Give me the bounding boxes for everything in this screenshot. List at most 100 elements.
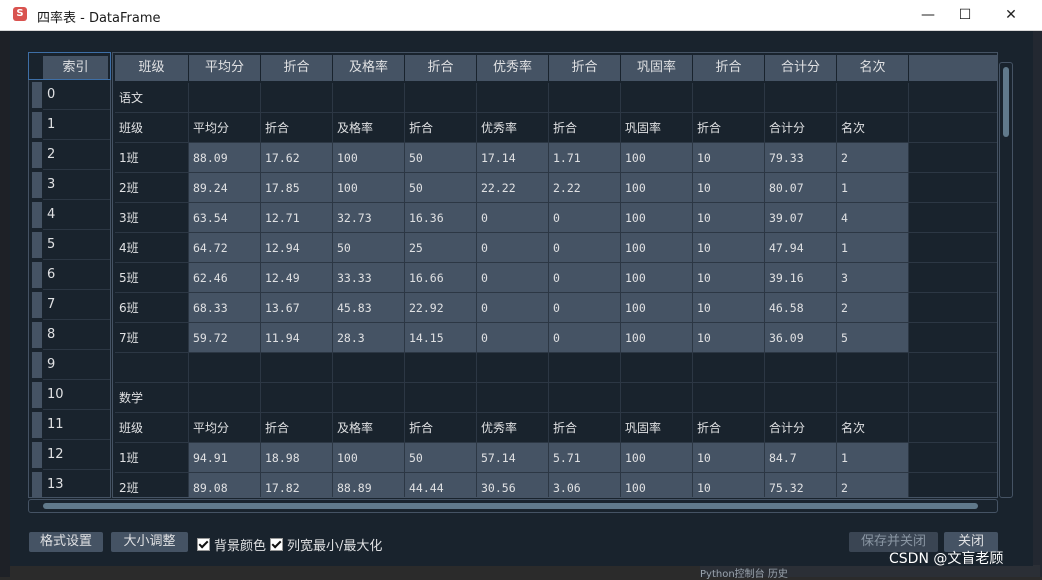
table-cell[interactable]: 1: [837, 173, 909, 203]
index-row[interactable]: 0: [29, 80, 110, 110]
table-cell[interactable]: 5: [837, 323, 909, 353]
checkbox-checked-icon[interactable]: [270, 538, 283, 551]
table-cell[interactable]: 17.14: [477, 143, 549, 173]
table-body[interactable]: 语文 班级 平均分 折合 及格率 折合 优秀率 折合 巩固率 折合 合计分 名次 1班 88.09 17.6…: [115, 83, 997, 497]
table-cell[interactable]: [477, 353, 549, 383]
table-row[interactable]: 班级 平均分 折合 及格率 折合 优秀率 折合 巩固率 折合 合计分 名次: [115, 413, 997, 443]
table-cell[interactable]: 1.71: [549, 143, 621, 173]
table-cell[interactable]: 10: [693, 173, 765, 203]
column-header[interactable]: 折合: [405, 55, 477, 81]
table-cell[interactable]: 88.09: [189, 143, 261, 173]
index-row[interactable]: 12: [29, 440, 110, 470]
table-row[interactable]: 数学: [115, 383, 997, 413]
table-cell[interactable]: [909, 473, 997, 497]
table-cell[interactable]: 89.08: [189, 473, 261, 497]
table-cell[interactable]: 4班: [115, 233, 189, 263]
table-row[interactable]: 1班 88.09 17.62 100 50 17.14 1.71 100 10 79.33 2: [115, 143, 997, 173]
table-cell[interactable]: 94.91: [189, 443, 261, 473]
table-cell[interactable]: 28.3: [333, 323, 405, 353]
table-cell[interactable]: 39.07: [765, 203, 837, 233]
table-row[interactable]: 2班 89.24 17.85 100 50 22.22 2.22 100 10 80.07 1: [115, 173, 997, 203]
index-row[interactable]: 13: [29, 470, 110, 497]
table-cell[interactable]: 12.49: [261, 263, 333, 293]
table-cell[interactable]: 名次: [837, 413, 909, 443]
table-cell[interactable]: 18.98: [261, 443, 333, 473]
table-row[interactable]: 1班 94.91 18.98 100 50 57.14 5.71 100 10 84.7 1: [115, 443, 997, 473]
format-settings-button[interactable]: 格式设置: [29, 532, 103, 552]
table-cell[interactable]: 优秀率: [477, 413, 549, 443]
table-cell[interactable]: 88.89: [333, 473, 405, 497]
table-cell[interactable]: 100: [333, 143, 405, 173]
table-cell[interactable]: 0: [549, 203, 621, 233]
table-cell[interactable]: 100: [621, 173, 693, 203]
table-cell[interactable]: [693, 383, 765, 413]
index-row[interactable]: 11: [29, 410, 110, 440]
index-column[interactable]: 0 1 2 3 4 5 6 7 8 9 10 11 12 13: [28, 80, 111, 498]
table-cell[interactable]: 平均分: [189, 113, 261, 143]
table-cell[interactable]: 16.66: [405, 263, 477, 293]
index-row[interactable]: 4: [29, 200, 110, 230]
table-cell[interactable]: [261, 83, 333, 113]
table-cell[interactable]: 100: [621, 233, 693, 263]
bg-color-checkbox[interactable]: 背景颜色: [197, 535, 266, 554]
table-cell[interactable]: 名次: [837, 113, 909, 143]
table-cell[interactable]: 1班: [115, 143, 189, 173]
data-table[interactable]: 班级 平均分 折合 及格率 折合 优秀率 折合 巩固率 折合 合计分 名次 语文 班级 平均分 折合 及格率…: [112, 52, 998, 498]
table-cell[interactable]: [333, 83, 405, 113]
table-cell[interactable]: 36.09: [765, 323, 837, 353]
table-cell[interactable]: 1班: [115, 443, 189, 473]
table-cell[interactable]: 100: [621, 263, 693, 293]
table-cell[interactable]: 59.72: [189, 323, 261, 353]
table-cell[interactable]: 100: [333, 173, 405, 203]
table-cell[interactable]: 63.54: [189, 203, 261, 233]
table-cell[interactable]: [909, 113, 997, 143]
table-cell[interactable]: [115, 353, 189, 383]
table-row[interactable]: [115, 353, 997, 383]
index-row[interactable]: 9: [29, 350, 110, 380]
table-cell[interactable]: 80.07: [765, 173, 837, 203]
index-row[interactable]: 6: [29, 260, 110, 290]
table-cell[interactable]: 39.16: [765, 263, 837, 293]
table-cell[interactable]: [909, 323, 997, 353]
table-cell[interactable]: [765, 383, 837, 413]
table-cell[interactable]: [837, 383, 909, 413]
table-cell[interactable]: [765, 353, 837, 383]
table-cell[interactable]: 5.71: [549, 443, 621, 473]
table-cell[interactable]: 数学: [115, 383, 189, 413]
table-cell[interactable]: 17.85: [261, 173, 333, 203]
table-cell[interactable]: 2.22: [549, 173, 621, 203]
table-cell[interactable]: 折合: [405, 413, 477, 443]
table-cell[interactable]: 14.15: [405, 323, 477, 353]
table-cell[interactable]: [765, 83, 837, 113]
table-cell[interactable]: 12.71: [261, 203, 333, 233]
table-cell[interactable]: 44.44: [405, 473, 477, 497]
table-cell[interactable]: 0: [549, 263, 621, 293]
table-cell[interactable]: 1: [837, 233, 909, 263]
table-cell[interactable]: 100: [621, 143, 693, 173]
table-row[interactable]: 7班 59.72 11.94 28.3 14.15 0 0 100 10 36.09 5: [115, 323, 997, 353]
table-cell[interactable]: 4: [837, 203, 909, 233]
table-cell[interactable]: 68.33: [189, 293, 261, 323]
table-cell[interactable]: 13.67: [261, 293, 333, 323]
table-cell[interactable]: [909, 443, 997, 473]
table-cell[interactable]: 22.22: [477, 173, 549, 203]
table-cell[interactable]: 50: [405, 143, 477, 173]
table-cell[interactable]: 巩固率: [621, 113, 693, 143]
table-cell[interactable]: 100: [621, 323, 693, 353]
table-cell[interactable]: [549, 353, 621, 383]
table-cell[interactable]: 89.24: [189, 173, 261, 203]
table-cell[interactable]: [909, 353, 997, 383]
table-cell[interactable]: 折合: [261, 413, 333, 443]
table-cell[interactable]: 及格率: [333, 113, 405, 143]
table-cell[interactable]: 0: [549, 233, 621, 263]
table-cell[interactable]: 2: [837, 143, 909, 173]
table-cell[interactable]: 0: [477, 233, 549, 263]
table-cell[interactable]: 0: [549, 323, 621, 353]
index-row[interactable]: 8: [29, 320, 110, 350]
table-cell[interactable]: 合计分: [765, 113, 837, 143]
table-cell[interactable]: 折合: [549, 413, 621, 443]
table-cell[interactable]: 50: [405, 173, 477, 203]
checkbox-checked-icon[interactable]: [197, 538, 210, 551]
table-cell[interactable]: 100: [621, 203, 693, 233]
table-row[interactable]: 2班 89.08 17.82 88.89 44.44 30.56 3.06 100 10 75.3…: [115, 473, 997, 497]
